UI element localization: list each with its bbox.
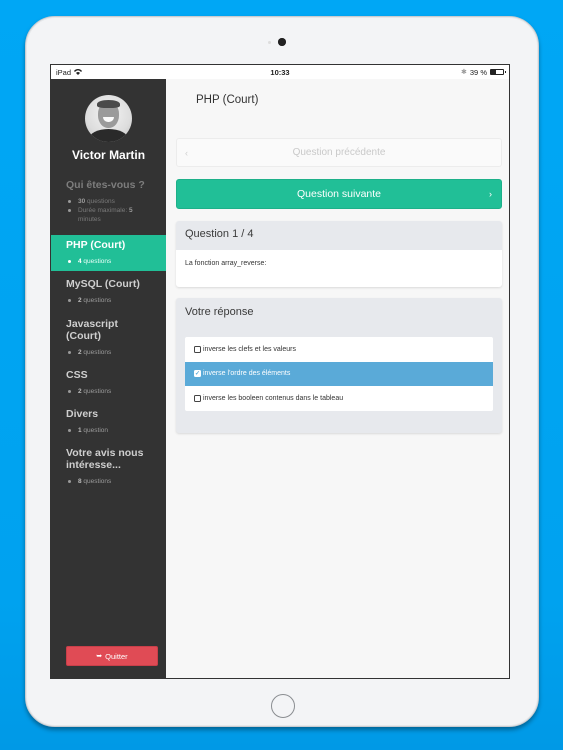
chevron-left-icon: ‹ xyxy=(185,147,188,158)
answer-option[interactable]: inverse les booleen contenus dans le tab… xyxy=(185,386,493,411)
clock: 10:33 xyxy=(270,67,290,77)
section-title: MySQL (Court) xyxy=(66,278,140,290)
previous-question-button[interactable]: ‹ Question précédente xyxy=(176,138,502,167)
section-detail: 2 questions xyxy=(66,348,151,357)
user-name: Victor Martin xyxy=(71,148,146,162)
sidebar: Victor Martin Qui êtes-vous ? 30 questio… xyxy=(51,79,166,678)
answer-card: Votre réponse inverse les clefs et les v… xyxy=(176,298,502,433)
answer-label: inverse les clefs et les valeurs xyxy=(203,345,296,353)
sidebar-section-divers[interactable]: Divers 1 question xyxy=(51,408,166,435)
screen: iPad 10:33 ✱ 39 % Victor Martin Qui êtes… xyxy=(50,64,510,679)
section-title: PHP (Court) xyxy=(66,239,126,251)
section-title: Javascript (Court) xyxy=(66,318,118,342)
battery-icon xyxy=(490,69,506,75)
section-detail: Durée maximale: 5 minutes xyxy=(66,206,151,224)
sidebar-section-css[interactable]: CSS 2 questions xyxy=(51,369,166,396)
page-title: PHP (Court) xyxy=(196,94,259,106)
camera-icon xyxy=(278,38,286,46)
previous-question-label: Question précédente xyxy=(292,147,386,158)
checkbox-unchecked-icon[interactable] xyxy=(194,345,201,353)
battery-label: 39 % xyxy=(469,67,487,77)
wifi-icon xyxy=(74,68,83,77)
answer-option[interactable]: inverse les clefs et les valeurs xyxy=(185,337,493,362)
section-detail: 30 questions xyxy=(66,197,151,206)
section-title: Votre avis nous intéresse... xyxy=(66,447,144,471)
question-header: Question 1 / 4 xyxy=(185,228,254,240)
sidebar-section-javascript[interactable]: Javascript (Court) 2 questions xyxy=(51,318,166,357)
answer-header: Votre réponse xyxy=(185,306,254,318)
section-detail: 2 questions xyxy=(66,296,151,305)
checkbox-unchecked-icon[interactable] xyxy=(194,394,201,402)
sidebar-section-php[interactable]: PHP (Court) 4 questions xyxy=(51,235,166,271)
question-card: Question 1 / 4 La fonction array_reverse… xyxy=(176,221,502,287)
section-detail: 4 questions xyxy=(66,257,151,266)
quit-label: Quitter xyxy=(105,651,128,661)
section-title: CSS xyxy=(66,369,88,381)
home-button[interactable] xyxy=(271,694,295,718)
answer-label: inverse l'ordre des éléments xyxy=(203,370,291,378)
sidebar-section-mysql[interactable]: MySQL (Court) 2 questions xyxy=(51,278,166,305)
answer-list: inverse les clefs et les valeurs ✓ inver… xyxy=(185,337,493,411)
section-detail: 8 questions xyxy=(66,477,151,486)
status-bar: iPad 10:33 ✱ 39 % xyxy=(51,65,509,79)
checkbox-checked-icon[interactable]: ✓ xyxy=(194,370,201,378)
bluetooth-icon: ✱ xyxy=(461,69,467,76)
next-question-button[interactable]: Question suivante › xyxy=(176,179,502,209)
sidebar-section-qui-etes-vous[interactable]: Qui êtes-vous ? 30 questions Durée maxim… xyxy=(51,179,166,224)
sign-out-icon: ➥ xyxy=(96,653,103,660)
sidebar-section-votre-avis[interactable]: Votre avis nous intéresse... 8 questions xyxy=(51,447,166,486)
section-detail: 2 questions xyxy=(66,387,151,396)
chevron-right-icon: › xyxy=(489,189,492,199)
sensor xyxy=(268,41,271,44)
section-detail: 1 question xyxy=(66,426,151,435)
section-title: Qui êtes-vous ? xyxy=(66,179,145,191)
answer-label: inverse les booleen contenus dans le tab… xyxy=(203,394,344,402)
carrier-label: iPad xyxy=(56,67,72,77)
section-title: Divers xyxy=(66,408,99,420)
question-text: La fonction array_reverse: xyxy=(176,250,502,287)
avatar xyxy=(85,95,132,142)
answer-option-selected[interactable]: ✓ inverse l'ordre des éléments xyxy=(185,361,493,386)
next-question-label: Question suivante xyxy=(296,188,382,200)
main-content: PHP (Court) ‹ Question précédente Questi… xyxy=(166,79,509,678)
quit-button[interactable]: ➥ Quitter xyxy=(66,646,158,666)
